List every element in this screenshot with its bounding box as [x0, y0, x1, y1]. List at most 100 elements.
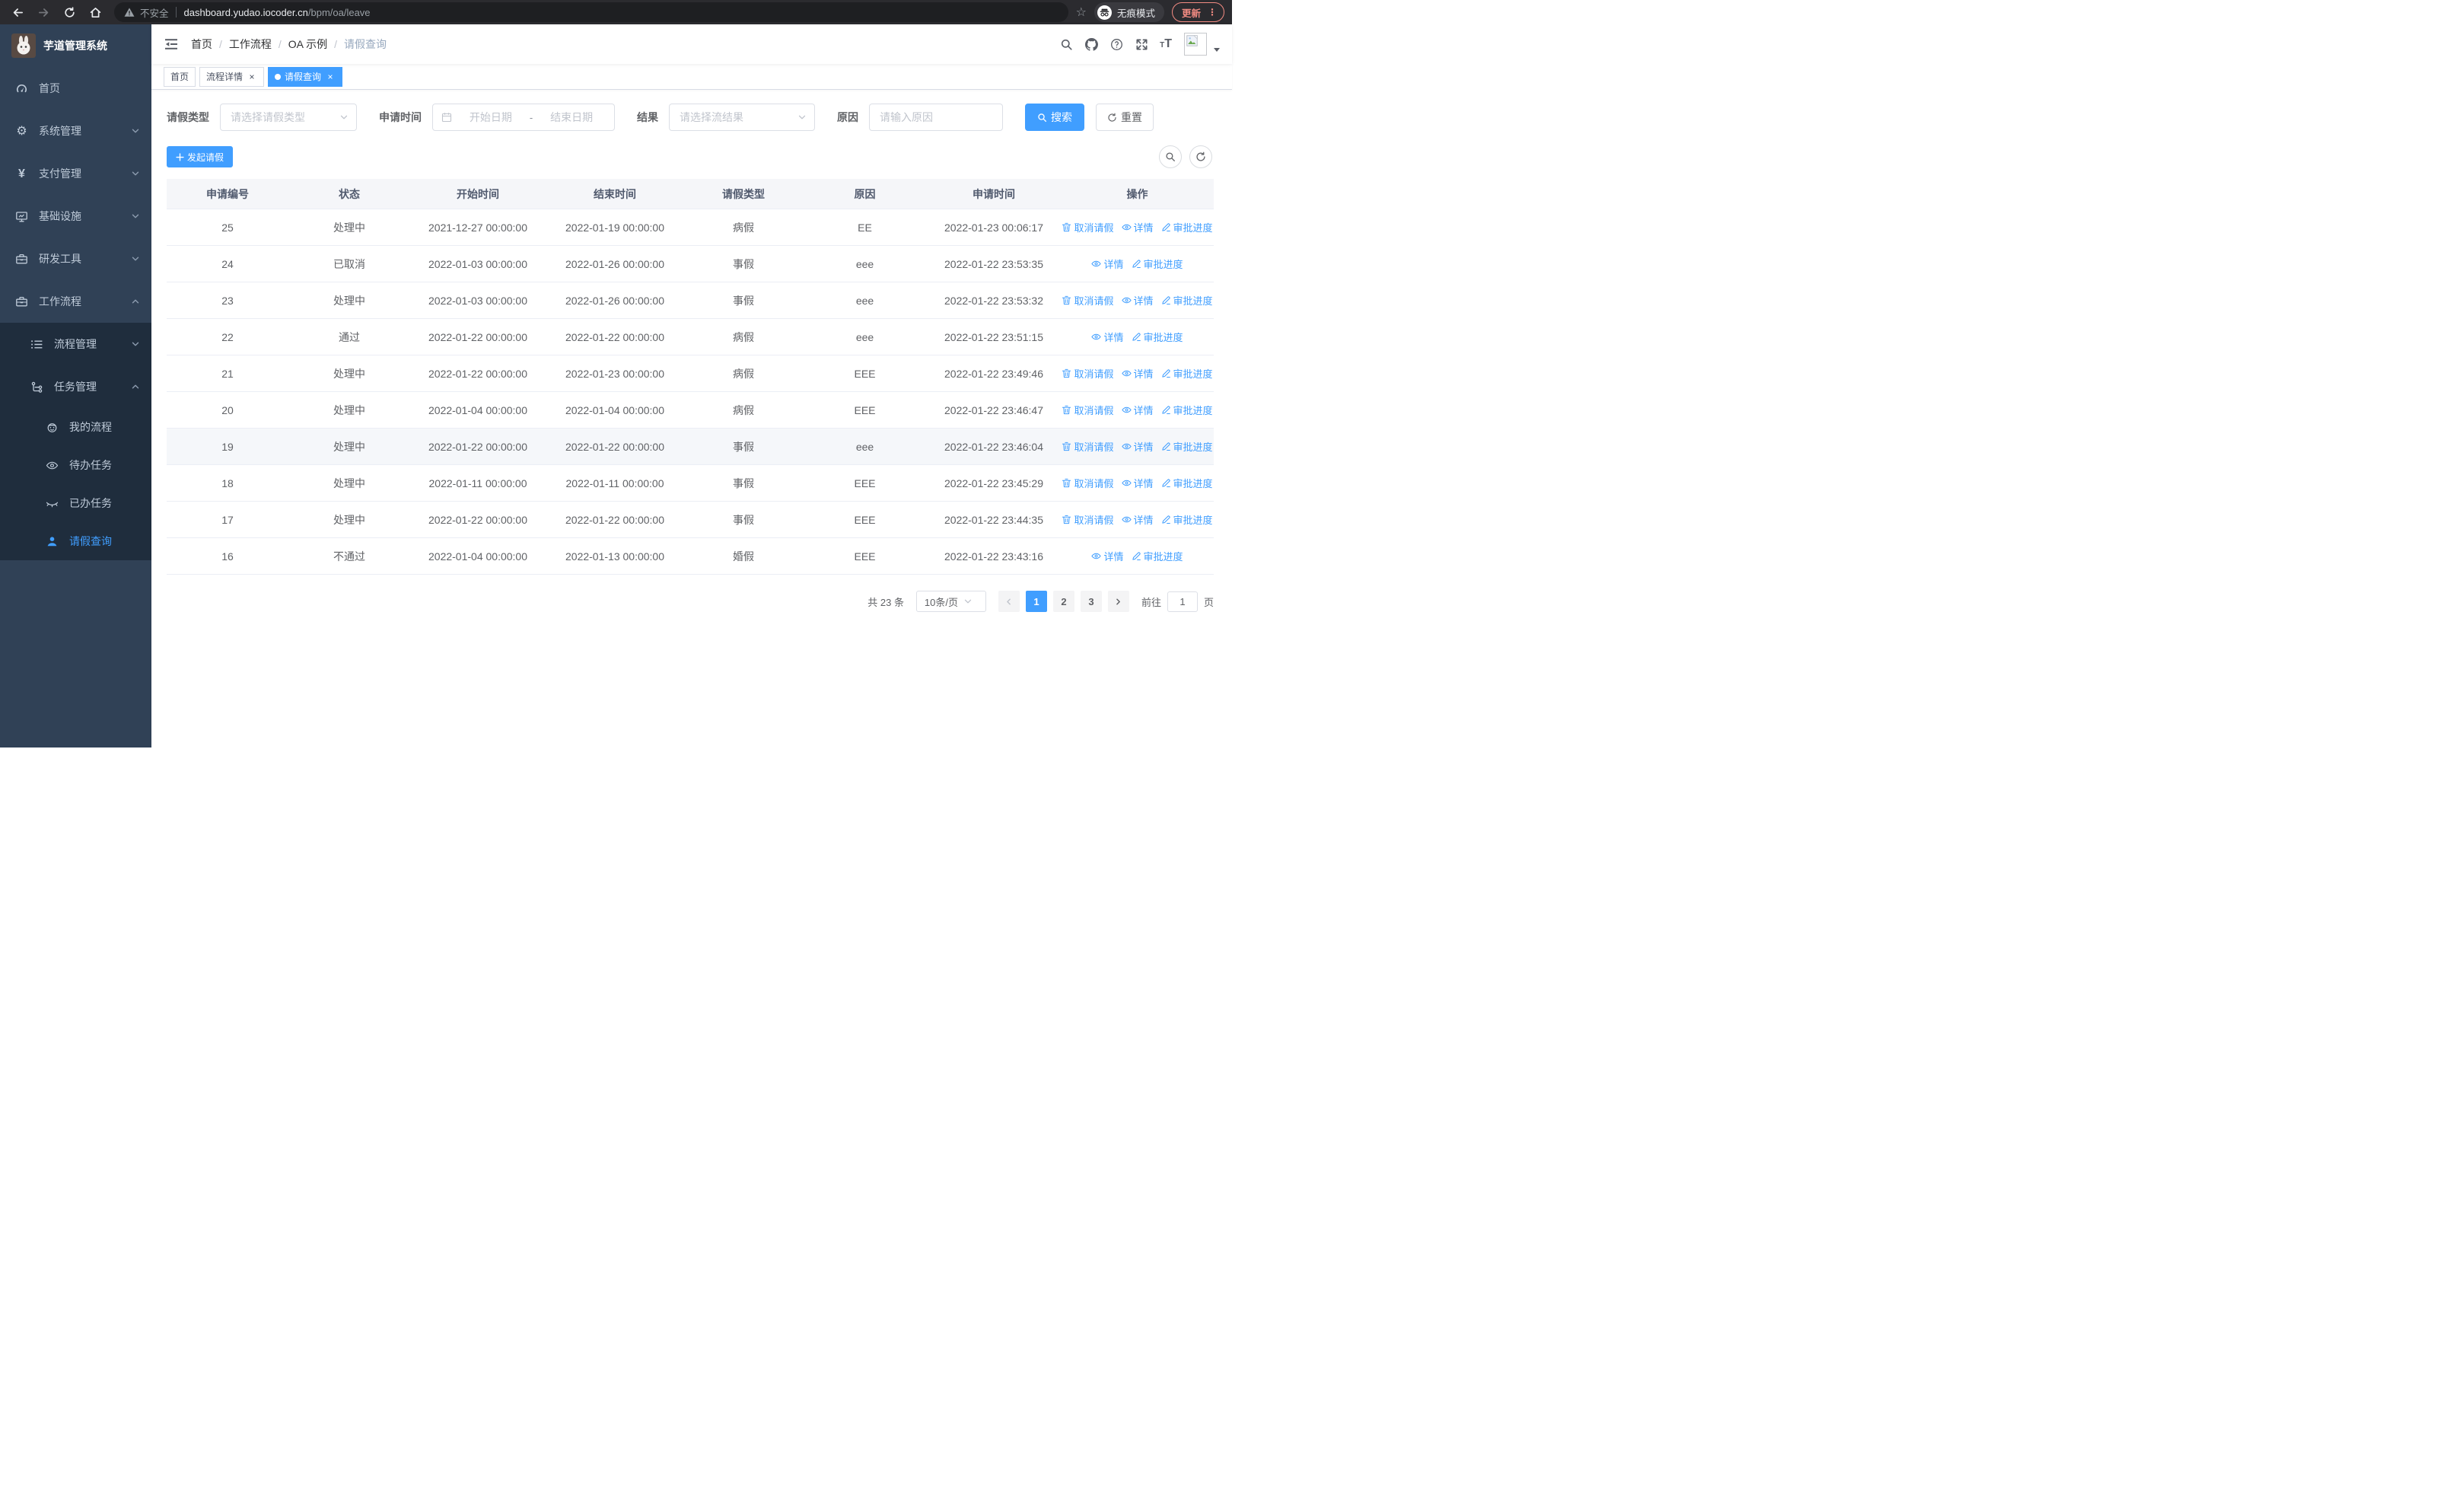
edit-pen-icon	[1132, 552, 1141, 561]
sidebar-item-process-management[interactable]: 流程管理	[0, 323, 151, 365]
detail-link[interactable]: 详情	[1091, 549, 1124, 563]
leave-type-label: 请假类型	[167, 111, 209, 123]
approval-progress-link[interactable]: 审批进度	[1132, 257, 1183, 271]
cancel-leave-link[interactable]: 取消请假	[1062, 220, 1114, 234]
incognito-label: 无痕模式	[1116, 8, 1155, 19]
goto-page-input[interactable]	[1167, 591, 1198, 612]
security-label[interactable]: 不安全	[140, 5, 169, 20]
close-icon[interactable]: ×	[325, 72, 336, 82]
sidebar-toggle-icon[interactable]	[164, 37, 179, 52]
active-dot	[275, 73, 282, 80]
sidebar-item-home[interactable]: 首页	[0, 67, 151, 110]
sidebar-item-infrastructure[interactable]: 基础设施	[0, 195, 151, 237]
browser-update-button[interactable]: 更新 ⋮	[1171, 2, 1224, 22]
sidebar-item-dev-tools[interactable]: 研发工具	[0, 237, 151, 280]
page-size-select[interactable]: 10条/页	[915, 591, 986, 612]
security-warning-icon[interactable]	[124, 7, 135, 18]
avatar[interactable]	[1184, 33, 1207, 56]
toggle-search-button[interactable]	[1159, 145, 1182, 168]
detail-link[interactable]: 详情	[1121, 293, 1154, 308]
search-icon[interactable]	[1059, 37, 1073, 51]
apply-time-range-picker[interactable]: 开始日期 - 结束日期	[432, 104, 615, 131]
cell-end: 2022-01-26 00:00:00	[565, 294, 664, 307]
detail-link[interactable]: 详情	[1121, 366, 1154, 381]
detail-link[interactable]: 详情	[1121, 403, 1154, 417]
browser-back-icon[interactable]	[8, 2, 27, 22]
cell-reason: EEE	[854, 367, 876, 380]
help-icon[interactable]	[1109, 37, 1123, 51]
page-button-3[interactable]: 3	[1080, 591, 1102, 612]
cancel-leave-link[interactable]: 取消请假	[1062, 366, 1114, 381]
sidebar-item-system[interactable]: ⚙ 系统管理	[0, 110, 151, 152]
table-row: 22 通过 2022-01-22 00:00:00 2022-01-22 00:00:…	[167, 319, 1214, 355]
prev-page-button[interactable]	[998, 591, 1020, 612]
detail-link[interactable]: 详情	[1121, 439, 1154, 454]
url-bar[interactable]: 不安全 dashboard.yudao.iocoder.cn/bpm/oa/le…	[114, 2, 1068, 22]
browser-menu-icon[interactable]: ⋮	[1208, 7, 1217, 18]
cancel-leave-link[interactable]: 取消请假	[1062, 512, 1114, 527]
sidebar-item-payment[interactable]: ¥ 支付管理	[0, 152, 151, 195]
bookmark-star-icon[interactable]: ☆	[1076, 5, 1087, 20]
cancel-leave-link[interactable]: 取消请假	[1062, 476, 1114, 490]
approval-progress-link[interactable]: 审批进度	[1161, 293, 1213, 308]
detail-link[interactable]: 详情	[1091, 330, 1124, 344]
reset-button[interactable]: 重置	[1096, 104, 1154, 131]
filter-form: 请假类型 请选择请假类型 申请时间 开始日期 - 结束日期 结果 请选择流结果 …	[167, 104, 1214, 131]
tab-home[interactable]: 首页	[164, 66, 196, 87]
breadcrumb-oa-example[interactable]: OA 示例	[288, 37, 327, 52]
close-icon[interactable]: ×	[247, 72, 257, 82]
cancel-leave-link[interactable]: 取消请假	[1062, 293, 1114, 308]
approval-progress-link[interactable]: 审批进度	[1161, 220, 1213, 234]
browser-refresh-icon[interactable]	[59, 2, 79, 22]
cancel-leave-link[interactable]: 取消请假	[1062, 439, 1114, 454]
tab-leave-query[interactable]: 请假查询 ×	[268, 66, 343, 87]
col-header-end: 结束时间	[594, 187, 636, 200]
filter-apply-time: 申请时间 开始日期 - 结束日期	[379, 104, 615, 131]
detail-link[interactable]: 详情	[1091, 257, 1124, 271]
chevron-left-icon	[1007, 598, 1011, 604]
breadcrumb-home[interactable]: 首页	[191, 37, 212, 52]
eye-icon	[1091, 333, 1102, 340]
sidebar-item-task-management[interactable]: 任务管理	[0, 365, 151, 408]
browser-forward-icon[interactable]	[33, 2, 53, 22]
browser-home-icon[interactable]	[85, 2, 105, 22]
fullscreen-icon[interactable]	[1135, 37, 1148, 51]
sidebar-item-leave-query[interactable]: 请假查询	[0, 522, 151, 560]
breadcrumb-workflow[interactable]: 工作流程	[229, 37, 272, 52]
cell-applied: 2022-01-22 23:45:29	[944, 477, 1043, 489]
sidebar-item-done-tasks[interactable]: 已办任务	[0, 484, 151, 522]
tab-process-detail[interactable]: 流程详情 ×	[199, 66, 265, 87]
avatar-caret-icon[interactable]	[1214, 47, 1220, 52]
detail-link[interactable]: 详情	[1121, 220, 1154, 234]
approval-progress-link[interactable]: 审批进度	[1161, 403, 1213, 417]
goto-suffix: 页	[1203, 596, 1214, 608]
search-button[interactable]: 搜索	[1025, 104, 1084, 131]
cell-status: 处理中	[333, 294, 365, 307]
approval-progress-link[interactable]: 审批进度	[1132, 330, 1183, 344]
approval-progress-link[interactable]: 审批进度	[1132, 549, 1183, 563]
app-logo[interactable]: 芋道管理系统	[0, 24, 151, 67]
create-leave-button[interactable]: 发起请假	[167, 146, 234, 167]
github-icon[interactable]	[1084, 37, 1098, 51]
approval-progress-link[interactable]: 审批进度	[1161, 512, 1213, 527]
detail-link[interactable]: 详情	[1121, 476, 1154, 490]
approval-progress-link[interactable]: 审批进度	[1161, 476, 1213, 490]
next-page-button[interactable]	[1107, 591, 1129, 612]
reason-input[interactable]	[869, 104, 1003, 131]
refresh-table-button[interactable]	[1189, 145, 1212, 168]
result-select[interactable]: 请选择流结果	[669, 104, 815, 131]
detail-link[interactable]: 详情	[1121, 512, 1154, 527]
page-button-2[interactable]: 2	[1052, 591, 1074, 612]
approval-progress-link[interactable]: 审批进度	[1161, 439, 1213, 454]
calendar-icon	[441, 112, 452, 123]
page-button-1[interactable]: 1	[1025, 591, 1047, 612]
approval-progress-link[interactable]: 审批进度	[1161, 366, 1213, 381]
sidebar-item-my-process[interactable]: 我的流程	[0, 408, 151, 446]
font-size-icon[interactable]: TT	[1160, 37, 1172, 51]
sidebar-item-workflow[interactable]: 工作流程	[0, 280, 151, 323]
sidebar-item-todo-tasks[interactable]: 待办任务	[0, 446, 151, 484]
leave-type-select[interactable]: 请选择请假类型	[220, 104, 357, 131]
cancel-leave-link[interactable]: 取消请假	[1062, 403, 1114, 417]
edit-pen-icon	[1161, 296, 1170, 305]
url-text[interactable]: dashboard.yudao.iocoder.cn/bpm/oa/leave	[184, 7, 371, 18]
